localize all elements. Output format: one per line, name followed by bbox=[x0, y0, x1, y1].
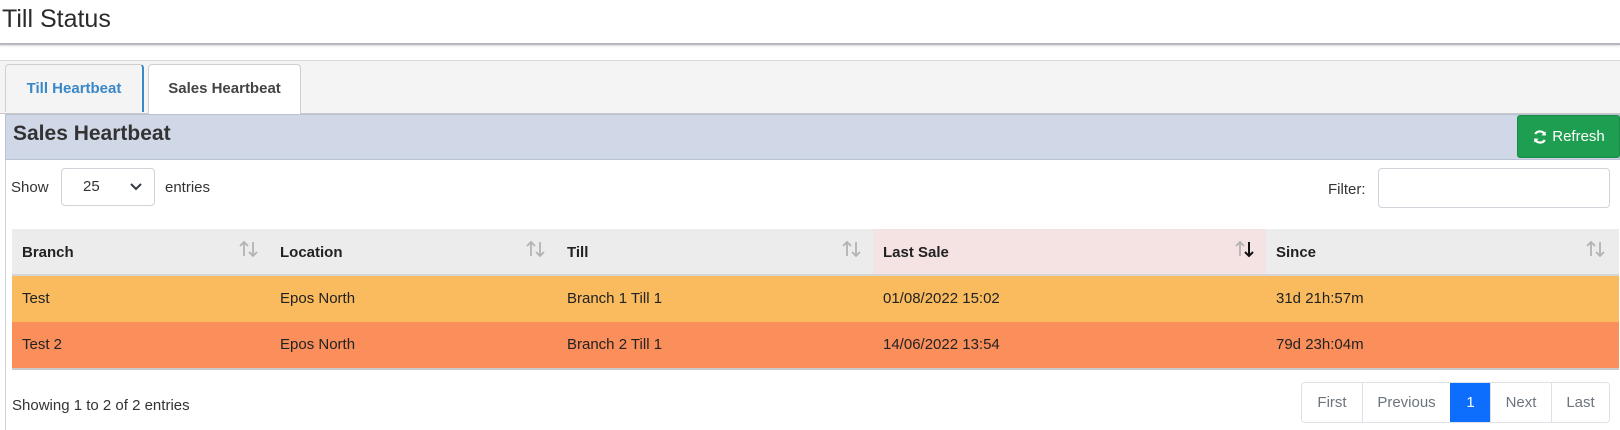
page-header: Till Status bbox=[0, 0, 1620, 45]
column-header-location[interactable]: Location bbox=[270, 229, 557, 274]
sort-both-icon bbox=[526, 240, 545, 258]
cell-till: Branch 2 Till 1 bbox=[567, 336, 663, 353]
column-label: Branch bbox=[22, 244, 74, 261]
filter-input[interactable] bbox=[1378, 168, 1610, 208]
cell-since: 79d 23h:04m bbox=[1276, 336, 1364, 353]
cell-last-sale: 01/08/2022 15:02 bbox=[883, 290, 1000, 307]
entries-select-value: 25 bbox=[83, 178, 100, 195]
cell-last-sale: 14/06/2022 13:54 bbox=[883, 336, 1000, 353]
cell-location: Epos North bbox=[280, 336, 356, 353]
cell-since: 31d 21h:57m bbox=[1276, 290, 1364, 307]
table-header: Branch Location Till Last Sale Since bbox=[12, 229, 1619, 276]
page-last-button[interactable]: Last bbox=[1551, 383, 1609, 422]
panel-header: Sales Heartbeat bbox=[5, 114, 1620, 160]
cell-location: Epos North bbox=[280, 290, 356, 307]
entries-label: entries bbox=[165, 179, 211, 196]
panel-title: Sales Heartbeat bbox=[13, 122, 171, 145]
sort-desc-icon bbox=[1235, 240, 1254, 258]
column-header-since[interactable]: Since bbox=[1266, 229, 1619, 274]
column-label: Till bbox=[567, 244, 589, 261]
entries-per-page-select[interactable]: 25 bbox=[61, 168, 155, 206]
column-header-till[interactable]: Till bbox=[557, 229, 873, 274]
column-label: Since bbox=[1276, 244, 1317, 261]
chevron-down-icon bbox=[130, 183, 142, 191]
column-label: Location bbox=[280, 244, 343, 261]
cell-branch: Test bbox=[22, 290, 50, 307]
refresh-button-label: Refresh bbox=[1552, 128, 1605, 145]
page-first-button[interactable]: First bbox=[1302, 383, 1362, 422]
show-label: Show bbox=[11, 179, 49, 196]
pagination: First Previous 1 Next Last bbox=[1301, 382, 1610, 423]
tab-bar: Till Heartbeat Sales Heartbeat bbox=[0, 60, 1620, 114]
column-header-last-sale[interactable]: Last Sale bbox=[873, 229, 1266, 274]
table-row[interactable]: Test 2 Epos North Branch 2 Till 1 14/06/… bbox=[12, 322, 1619, 370]
page-next-button[interactable]: Next bbox=[1490, 383, 1551, 422]
tab-till-heartbeat[interactable]: Till Heartbeat bbox=[5, 64, 144, 112]
sort-both-icon bbox=[1586, 240, 1605, 258]
page-1-button[interactable]: 1 bbox=[1450, 383, 1490, 422]
table-info: Showing 1 to 2 of 2 entries bbox=[12, 397, 190, 414]
sort-both-icon bbox=[239, 240, 258, 258]
page-title: Till Status bbox=[2, 5, 111, 33]
refresh-icon bbox=[1534, 129, 1547, 144]
filter-label: Filter: bbox=[1328, 181, 1366, 198]
column-label: Last Sale bbox=[883, 244, 949, 261]
cell-till: Branch 1 Till 1 bbox=[567, 290, 663, 307]
refresh-button[interactable]: Refresh bbox=[1517, 115, 1620, 158]
cell-branch: Test 2 bbox=[22, 336, 63, 353]
page-previous-button[interactable]: Previous bbox=[1362, 383, 1450, 422]
table-row[interactable]: Test Epos North Branch 1 Till 1 01/08/20… bbox=[12, 276, 1619, 322]
column-header-branch[interactable]: Branch bbox=[12, 229, 270, 274]
tab-sales-heartbeat[interactable]: Sales Heartbeat bbox=[148, 64, 301, 114]
sort-both-icon bbox=[842, 240, 861, 258]
